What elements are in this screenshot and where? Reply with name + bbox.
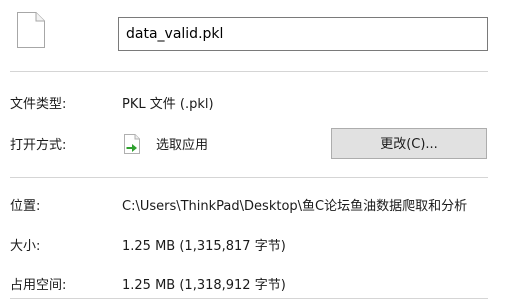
divider bbox=[10, 177, 488, 178]
opens-with-app: 选取应用 bbox=[156, 138, 209, 153]
file-type-label: 文件类型: bbox=[10, 97, 67, 112]
file-type-value: PKL 文件 (.pkl) bbox=[122, 97, 214, 112]
location-label: 位置: bbox=[10, 199, 41, 214]
location-value[interactable]: C:\Users\ThinkPad\Desktop\鱼C论坛鱼油数据爬取和分析 bbox=[122, 195, 492, 214]
change-button[interactable]: 更改(C)... bbox=[331, 128, 487, 159]
file-icon bbox=[16, 11, 46, 49]
size-on-disk-value: 1.25 MB (1,318,912 字节) bbox=[122, 278, 286, 293]
size-on-disk-label: 占用空间: bbox=[10, 278, 67, 293]
file-name-field[interactable] bbox=[118, 17, 488, 51]
size-value: 1.25 MB (1,315,817 字节) bbox=[122, 239, 286, 254]
divider bbox=[10, 71, 488, 72]
opens-with-label: 打开方式: bbox=[10, 138, 67, 153]
size-label: 大小: bbox=[10, 239, 41, 254]
choose-app-icon bbox=[122, 133, 142, 155]
divider bbox=[10, 298, 488, 299]
